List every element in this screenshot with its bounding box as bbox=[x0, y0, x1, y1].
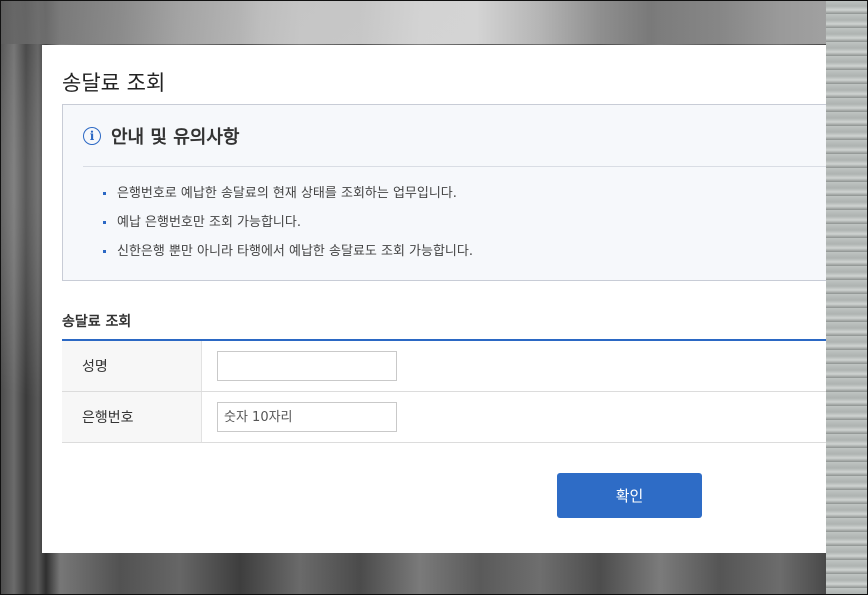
notice-box: i 안내 및 유의사항 은행번호로 예납한 송달료의 현재 상태를 조회하는 업… bbox=[62, 104, 826, 281]
bank-number-field-cell bbox=[202, 392, 826, 442]
bank-number-row: 은행번호 bbox=[62, 392, 826, 443]
notice-item-text: 은행번호로 예납한 송달료의 현재 상태를 조회하는 업무입니다. bbox=[117, 186, 457, 201]
notice-header: i 안내 및 유의사항 bbox=[83, 123, 239, 149]
notice-item-text: 예납 은행번호만 조회 가능합니다. bbox=[117, 215, 301, 230]
bullet-icon bbox=[103, 192, 106, 195]
name-input[interactable] bbox=[217, 351, 397, 381]
info-icon: i bbox=[83, 127, 101, 145]
inquiry-dialog: 송달료 조회 i 안내 및 유의사항 은행번호로 예납한 송달료의 현재 상태를… bbox=[42, 45, 826, 553]
notice-title: 안내 및 유의사항 bbox=[111, 127, 240, 148]
background-sky bbox=[0, 0, 868, 44]
bank-number-label: 은행번호 bbox=[62, 392, 202, 442]
notice-divider bbox=[83, 166, 826, 167]
confirm-button[interactable]: 확인 bbox=[557, 473, 702, 518]
notice-item: 신한은행 뿐만 아니라 타행에서 예납한 송달료도 조회 가능합니다. bbox=[103, 242, 473, 271]
notice-item-text: 신한은행 뿐만 아니라 타행에서 예납한 송달료도 조회 가능합니다. bbox=[117, 244, 473, 259]
name-field-cell bbox=[202, 341, 826, 391]
notice-list: 은행번호로 예납한 송달료의 현재 상태를 조회하는 업무입니다. 예납 은행번… bbox=[103, 184, 473, 271]
bullet-icon bbox=[103, 221, 106, 224]
bank-number-input[interactable] bbox=[217, 402, 397, 432]
dialog-title: 송달료 조회 bbox=[62, 71, 166, 95]
notice-item: 은행번호로 예납한 송달료의 현재 상태를 조회하는 업무입니다. bbox=[103, 184, 473, 213]
name-label: 성명 bbox=[62, 341, 202, 391]
bullet-icon bbox=[103, 250, 106, 253]
name-row: 성명 bbox=[62, 341, 826, 392]
background-building bbox=[826, 0, 868, 595]
notice-item: 예납 은행번호만 조회 가능합니다. bbox=[103, 213, 473, 242]
inquiry-form: 성명 은행번호 bbox=[62, 339, 826, 443]
form-section-title: 송달료 조회 bbox=[62, 314, 132, 330]
